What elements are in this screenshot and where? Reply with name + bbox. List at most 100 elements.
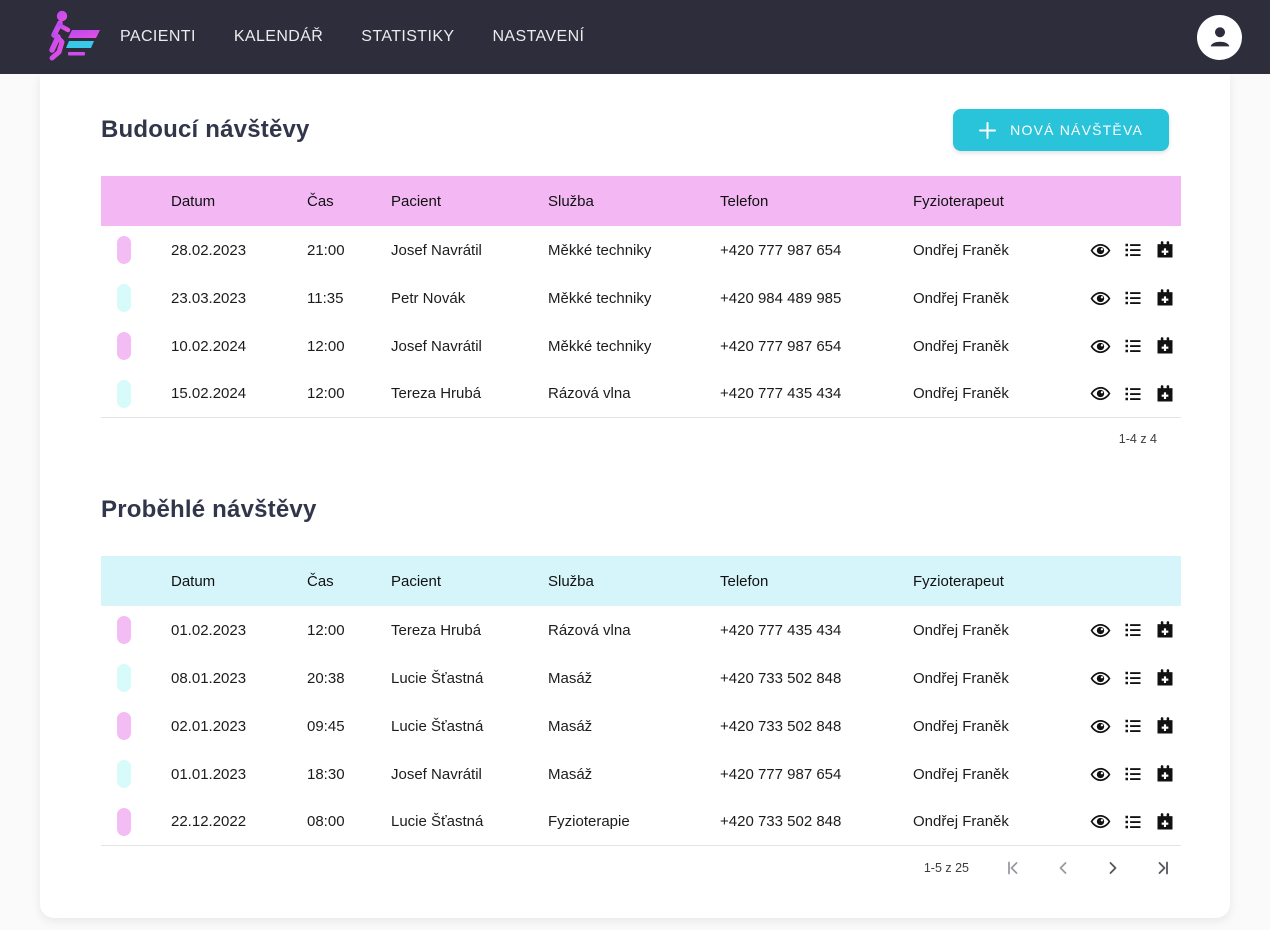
cell-phone: +420 733 502 848: [720, 718, 913, 735]
visit-row: 01.01.2023 18:30 Josef Navrátil Masáž +4…: [101, 750, 1181, 798]
col-fyzioterapeut: Fyzioterapeut: [913, 193, 1090, 210]
list-icon: [1123, 336, 1143, 356]
cell-service: Masáž: [548, 766, 720, 783]
first-page-button[interactable]: [1003, 858, 1023, 878]
col-sluzba: Služba: [548, 193, 720, 210]
new-visit-button[interactable]: NOVÁ NÁVŠTĚVA: [953, 109, 1169, 151]
cell-patient: Tereza Hrubá: [391, 622, 548, 639]
last-page-icon: [1155, 860, 1171, 876]
row-color-pill: [117, 332, 131, 360]
view-button[interactable]: [1090, 240, 1111, 261]
past-pagination-range: 1-5 z 25: [924, 861, 969, 875]
cell-phone: +420 777 987 654: [720, 242, 913, 259]
upcoming-pagination-range: 1-4 z 4: [101, 432, 1181, 446]
details-button[interactable]: [1122, 336, 1143, 357]
view-button[interactable]: [1090, 668, 1111, 689]
nav-item-nastaveni[interactable]: NASTAVENÍ: [492, 28, 584, 46]
user-avatar-button[interactable]: [1197, 15, 1242, 60]
cell-time: 21:00: [307, 242, 391, 259]
upcoming-visits-table: Datum Čas Pacient Služba Telefon Fyziote…: [101, 176, 1181, 418]
row-color-pill: [117, 760, 131, 788]
cell-time: 08:00: [307, 813, 391, 830]
cell-date: 22.12.2022: [171, 813, 307, 830]
past-visits-table: Datum Čas Pacient Služba Telefon Fyziote…: [101, 556, 1181, 846]
calendar-plus-icon: [1155, 336, 1175, 356]
previous-page-button[interactable]: [1053, 858, 1073, 878]
view-button[interactable]: [1090, 383, 1111, 404]
row-color-pill: [117, 616, 131, 644]
nav-item-kalendar[interactable]: KALENDÁŘ: [234, 28, 323, 46]
add-to-calendar-button[interactable]: [1154, 620, 1175, 641]
view-button[interactable]: [1090, 288, 1111, 309]
cell-service: Masáž: [548, 718, 720, 735]
col-telefon: Telefon: [720, 193, 913, 210]
list-icon: [1123, 240, 1143, 260]
details-button[interactable]: [1122, 288, 1143, 309]
list-icon: [1123, 620, 1143, 640]
add-to-calendar-button[interactable]: [1154, 288, 1175, 309]
cell-date: 28.02.2023: [171, 242, 307, 259]
eye-icon: [1090, 764, 1111, 785]
list-icon: [1123, 812, 1143, 832]
cell-date: 10.02.2024: [171, 338, 307, 355]
col-cas: Čas: [307, 573, 391, 590]
row-color-pill: [117, 284, 131, 312]
row-color-pill: [117, 712, 131, 740]
calendar-plus-icon: [1155, 384, 1175, 404]
col-datum: Datum: [171, 573, 307, 590]
cell-therapist: Ondřej Franěk: [913, 766, 1090, 783]
cell-service: Rázová vlna: [548, 622, 720, 639]
first-page-icon: [1005, 860, 1021, 876]
view-button[interactable]: [1090, 764, 1111, 785]
eye-icon: [1090, 811, 1111, 832]
add-to-calendar-button[interactable]: [1154, 811, 1175, 832]
last-page-button[interactable]: [1153, 858, 1173, 878]
user-avatar-icon: [1205, 22, 1235, 52]
cell-phone: +420 777 435 434: [720, 385, 913, 402]
details-button[interactable]: [1122, 716, 1143, 737]
add-to-calendar-button[interactable]: [1154, 383, 1175, 404]
eye-icon: [1090, 383, 1111, 404]
calendar-plus-icon: [1155, 288, 1175, 308]
add-to-calendar-button[interactable]: [1154, 336, 1175, 357]
calendar-plus-icon: [1155, 716, 1175, 736]
view-button[interactable]: [1090, 811, 1111, 832]
visit-row: 22.12.2022 08:00 Lucie Šťastná Fyziotera…: [101, 798, 1181, 846]
cell-service: Měkké techniky: [548, 242, 720, 259]
eye-icon: [1090, 240, 1111, 261]
visit-row: 23.03.2023 11:35 Petr Novák Měkké techni…: [101, 274, 1181, 322]
next-page-button[interactable]: [1103, 858, 1123, 878]
details-button[interactable]: [1122, 668, 1143, 689]
visit-row: 01.02.2023 12:00 Tereza Hrubá Rázová vln…: [101, 606, 1181, 654]
cell-time: 12:00: [307, 622, 391, 639]
row-color-pill: [117, 380, 131, 408]
details-button[interactable]: [1122, 811, 1143, 832]
view-button[interactable]: [1090, 336, 1111, 357]
nav-item-statistiky[interactable]: STATISTIKY: [361, 28, 454, 46]
col-telefon: Telefon: [720, 573, 913, 590]
cell-therapist: Ondřej Franěk: [913, 813, 1090, 830]
add-to-calendar-button[interactable]: [1154, 668, 1175, 689]
nav-item-pacienti[interactable]: PACIENTI: [120, 28, 196, 46]
add-to-calendar-button[interactable]: [1154, 764, 1175, 785]
chevron-right-icon: [1105, 860, 1121, 876]
details-button[interactable]: [1122, 383, 1143, 404]
eye-icon: [1090, 288, 1111, 309]
view-button[interactable]: [1090, 716, 1111, 737]
add-to-calendar-button[interactable]: [1154, 716, 1175, 737]
view-button[interactable]: [1090, 620, 1111, 641]
cell-therapist: Ondřej Franěk: [913, 338, 1090, 355]
details-button[interactable]: [1122, 240, 1143, 261]
cell-patient: Petr Novák: [391, 290, 548, 307]
details-button[interactable]: [1122, 764, 1143, 785]
past-table-header: Datum Čas Pacient Služba Telefon Fyziote…: [101, 556, 1181, 606]
cell-patient: Lucie Šťastná: [391, 670, 548, 687]
top-navbar: PACIENTI KALENDÁŘ STATISTIKY NASTAVENÍ: [0, 0, 1270, 74]
cell-therapist: Ondřej Franěk: [913, 670, 1090, 687]
details-button[interactable]: [1122, 620, 1143, 641]
add-to-calendar-button[interactable]: [1154, 240, 1175, 261]
cell-service: Fyzioterapie: [548, 813, 720, 830]
calendar-plus-icon: [1155, 620, 1175, 640]
col-pacient: Pacient: [391, 573, 548, 590]
cell-date: 02.01.2023: [171, 718, 307, 735]
